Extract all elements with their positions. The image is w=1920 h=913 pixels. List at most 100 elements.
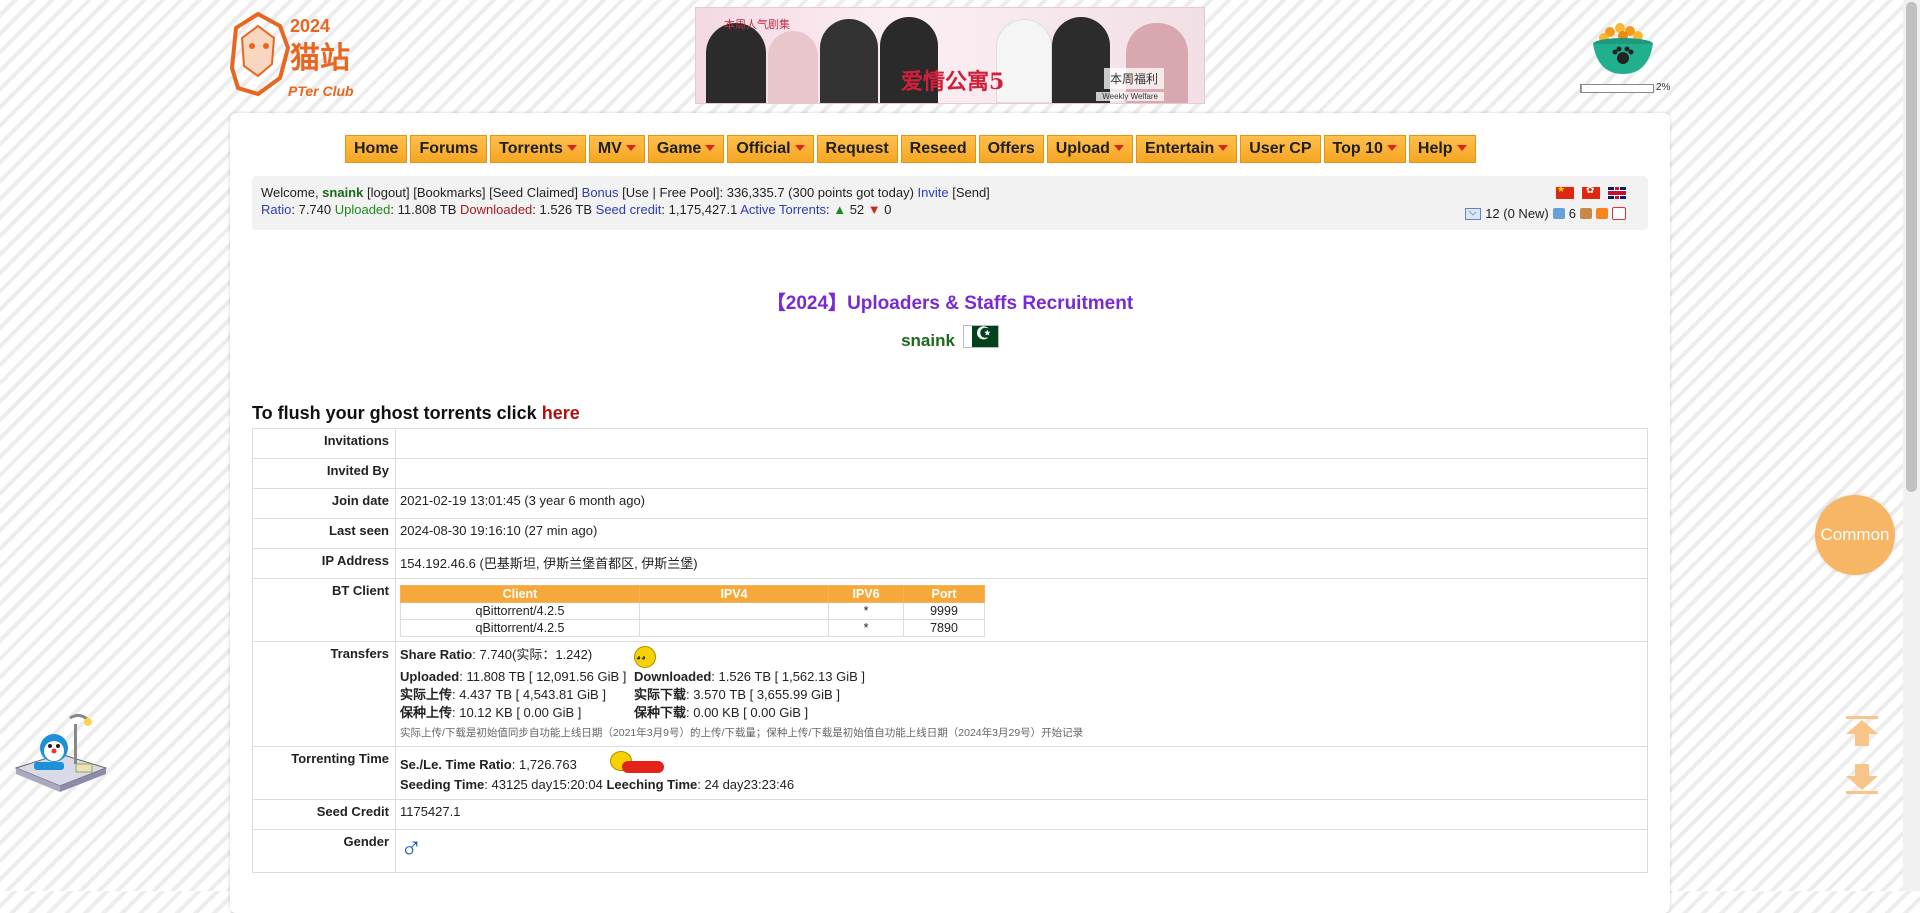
table-row: Seed Credit 1175427.1	[252, 799, 1648, 830]
country-flag-icon	[962, 324, 999, 348]
transfers-value: Share Ratio: 7.740(实际：1.242) Uploaded: 1…	[395, 641, 1648, 747]
invitations-value	[395, 428, 1648, 459]
caret-down-icon	[1113, 145, 1124, 151]
scrollbar-thumb[interactable]	[1906, 2, 1917, 492]
free-pool-link[interactable]: Free Pool	[660, 185, 716, 200]
last-seen-label: Last seen	[252, 518, 396, 549]
bt-cell	[639, 602, 829, 620]
doraemon-mascot-icon[interactable]	[10, 706, 110, 792]
mail-icon[interactable]	[1612, 207, 1626, 220]
nav-official[interactable]: Official	[727, 135, 814, 163]
transfers-label: Transfers	[252, 641, 396, 747]
last-seen-value: 2024-08-30 19:16:10 (27 min ago)	[395, 518, 1648, 549]
bt-cell: qBittorrent/4.2.5	[400, 602, 640, 620]
user-status-line1: Welcome, snaink [logout] [Bookmarks] [Se…	[261, 185, 990, 200]
bonus-use-link[interactable]: Use	[626, 185, 649, 200]
table-row: BT Client Client IPV4 IPV6 Port qBittorrent…	[252, 578, 1648, 642]
nav-offers[interactable]: Offers	[978, 135, 1044, 163]
main-panel: Home Forums Torrents MV Game Official Request R…	[230, 113, 1670, 913]
site-logo[interactable]: 2024 猫站 PTer Club	[228, 8, 398, 104]
seed-credit-label: Seed Credit	[252, 799, 396, 830]
flush-ghost-torrents: To flush your ghost torrents click here	[252, 403, 580, 423]
table-row: Gender ♂	[252, 829, 1648, 873]
flag-cn-icon[interactable]	[1556, 184, 1574, 199]
ip-label: IP Address	[252, 548, 396, 579]
transfer-downloaded-value: : 1.526 TB [ 1,562.13 GiB ]	[711, 669, 865, 684]
transfer-uploaded-value: : 11.808 TB [ 12,091.56 GiB ]	[459, 669, 627, 684]
nav-entertain[interactable]: Entertain	[1135, 135, 1238, 163]
bt-client-row: qBittorrent/4.2.5 * 7890	[400, 619, 985, 637]
rss-icon[interactable]	[1596, 208, 1608, 219]
gender-label: Gender	[252, 829, 396, 873]
common-button[interactable]: Common	[1815, 495, 1895, 575]
caret-down-icon	[1218, 145, 1229, 151]
table-row: Last seen 2024-08-30 19:16:10 (27 min ago…	[252, 518, 1648, 549]
bt-cell: *	[828, 619, 904, 637]
profile-name: snaink	[901, 331, 955, 350]
invited-by-label: Invited By	[252, 458, 396, 489]
progress-bar	[1580, 84, 1654, 93]
ad-banner[interactable]: 本周人气剧集 爱情公寓5 本周福利 Weekly Welfare	[695, 7, 1205, 104]
seed-credit-value: : 1,175,427.1	[661, 202, 741, 217]
nav-game[interactable]: Game	[647, 135, 725, 163]
banner-top-text: 本周人气剧集	[724, 18, 790, 31]
nav-help[interactable]: Help	[1408, 135, 1476, 163]
profile-header: snaink	[230, 324, 1670, 351]
leeching-arrow-icon: ▼	[867, 202, 881, 217]
bt-header-cell: Port	[903, 585, 985, 603]
cat-bowl-icon[interactable]	[1590, 18, 1656, 78]
table-row: Transfers Share Ratio: 7.740(实际：1.242) U…	[252, 641, 1648, 747]
bookmarks-link[interactable]: [Bookmarks]	[413, 185, 485, 200]
table-row: Invited By	[252, 458, 1648, 489]
flush-here-link[interactable]: here	[542, 403, 580, 423]
user-icon[interactable]	[1580, 208, 1592, 219]
scroll-top-icon[interactable]	[1844, 714, 1880, 748]
page-scrollbar[interactable]	[1903, 0, 1920, 891]
logout-link[interactable]: [logout]	[367, 185, 410, 200]
flag-uk-icon[interactable]	[1608, 187, 1626, 199]
messages-count[interactable]: 12 (0 New)	[1485, 206, 1549, 221]
nav-user-cp[interactable]: User CP	[1240, 135, 1321, 163]
share-ratio-value: : 7.740(实际：1.242)	[472, 647, 593, 662]
uploaded-value: : 11.808 TB	[390, 202, 461, 217]
user-info-table: Invitations Invited By Join date 2021-02-…	[252, 428, 1648, 873]
nav-upload[interactable]: Upload	[1046, 135, 1133, 163]
bt-cell: 9999	[903, 602, 985, 620]
user-status-line2: Ratio: 7.740 Uploaded: 11.808 TB Downloa…	[261, 202, 892, 217]
nav-reseed[interactable]: Reseed	[900, 135, 976, 163]
join-date-value: 2021-02-19 13:01:45 (3 year 6 month ago)	[395, 488, 1648, 519]
table-row: Join date 2021-02-19 13:01:45 (3 year 6 m…	[252, 488, 1648, 519]
flag-hk-icon[interactable]	[1582, 185, 1600, 199]
nav-top-10[interactable]: Top 10	[1323, 135, 1406, 163]
sleeping-icon	[610, 751, 666, 773]
table-row: IP Address 154.192.46.6 (巴基斯坦, 伊斯兰堡首都区, 伊…	[252, 548, 1648, 579]
bt-client-row: qBittorrent/4.2.5 * 9999	[400, 602, 985, 620]
message-area: 12 (0 New) 6	[1465, 206, 1626, 221]
nav-request[interactable]: Request	[816, 135, 898, 163]
bonus-value: ]: 336,335.7 (300 points got today)	[715, 185, 918, 200]
scroll-bottom-icon[interactable]	[1844, 762, 1880, 796]
nav-forums[interactable]: Forums	[410, 135, 488, 163]
banner-side-text: 本周福利	[1103, 68, 1164, 89]
active-torrents-link[interactable]: Active Torrents	[740, 202, 826, 217]
send-link[interactable]: [Send]	[949, 185, 990, 200]
inbox-icon[interactable]	[1465, 207, 1482, 220]
buddy-icon[interactable]	[1552, 208, 1565, 219]
nav-home[interactable]: Home	[345, 135, 408, 163]
invite-link[interactable]: Invite	[918, 185, 949, 200]
bt-header-cell: Client	[400, 585, 640, 603]
main-nav: Home Forums Torrents MV Game Official Request R…	[345, 135, 1476, 163]
username-link[interactable]: snaink	[322, 185, 363, 200]
keep-upload-value: : 10.12 KB [ 0.00 GiB ]	[452, 705, 582, 720]
nav-torrents[interactable]: Torrents	[490, 135, 586, 163]
bt-header-row: Client IPV4 IPV6 Port	[400, 585, 985, 603]
nav-mv[interactable]: MV	[588, 135, 645, 163]
leeching-count: 0	[884, 202, 892, 217]
recruitment-link[interactable]: 【2024】Uploaders & Staffs Recruitment	[230, 288, 1670, 315]
bt-client-table: Client IPV4 IPV6 Port qBittorrent/4.2.5 * 999…	[400, 585, 985, 637]
bt-cell: *	[828, 602, 904, 620]
seed-claimed-link[interactable]: [Seed Claimed]	[489, 185, 578, 200]
caret-down-icon	[566, 145, 577, 151]
smiley-icon	[634, 646, 656, 668]
seeding-count: 52	[849, 202, 865, 217]
